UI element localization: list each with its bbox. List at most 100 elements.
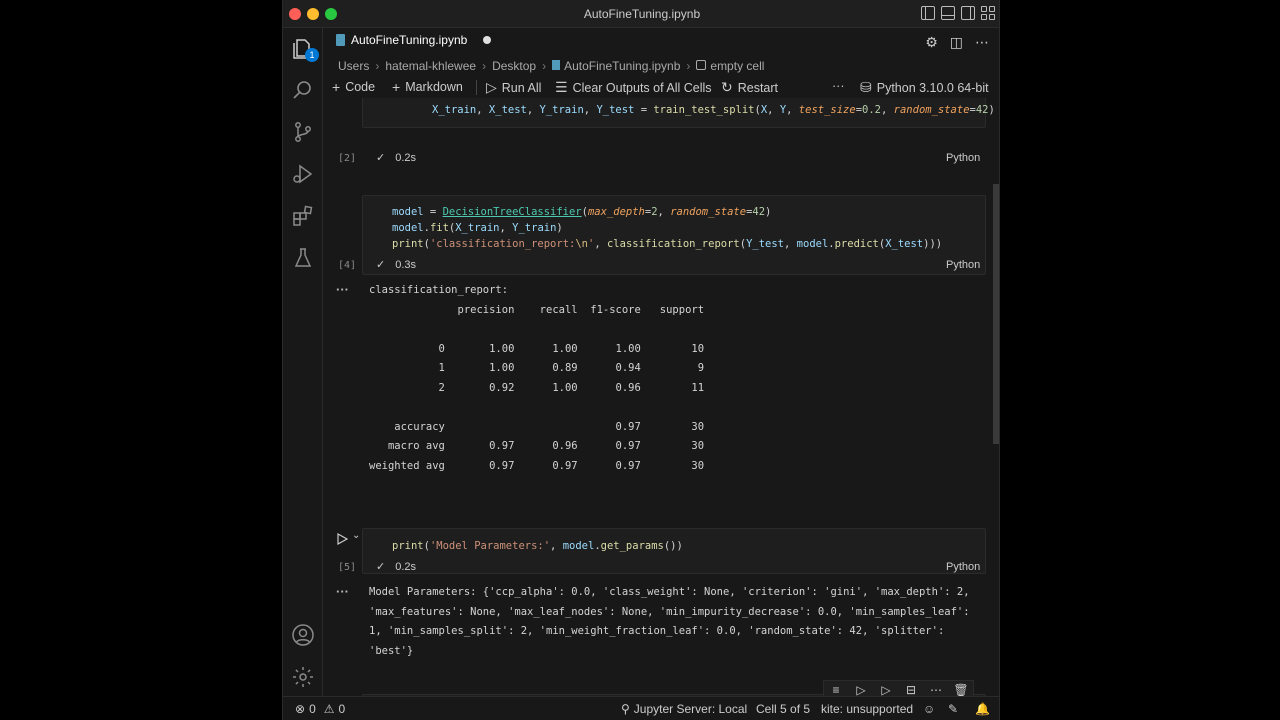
output-line: 1 1.00 0.89 0.94 9 [369,362,705,374]
chevron-right-icon: › [686,59,691,73]
source-control-icon[interactable] [291,120,315,144]
kernel-label: Python 3.10.0 64-bit [876,80,989,95]
notifications-bell-icon[interactable]: 🔔 [975,702,990,716]
warning-icon: ⚠ [323,702,335,716]
execution-count: [5] [338,562,357,573]
cell-language[interactable]: Python [946,259,980,271]
run-all-button[interactable]: ▷ Run All [486,79,541,96]
vscode-window: AutoFineTuning.ipynb 1 AutoFineTuning.ip… [282,0,1000,720]
output-line: 1, 'min_samples_split': 2, 'min_weight_f… [369,625,945,637]
vertical-scrollbar[interactable] [993,184,999,444]
jupyter-label: Jupyter Server: Local [633,702,748,716]
chevron-down-icon[interactable]: ⌄ [352,530,360,541]
notebook-toolbar: + Code + Markdown ▷ Run All ☰ Clear Outputs … [324,78,999,98]
output-line: 0 1.00 1.00 1.00 10 [369,342,705,355]
restart-kernel-button[interactable]: ↻ Restart [721,79,778,96]
editor-tab-bar: AutoFineTuning.ipynb ⚙ ◫ ⋯ [324,28,999,56]
kernel-icon: ⛁ [860,79,872,95]
cell-language[interactable]: Python [946,152,980,164]
output-line: Model Parameters: {'ccp_alpha': 0.0, 'cl… [369,586,970,598]
output-line: 'best'} [369,644,414,657]
clear-outputs-button[interactable]: ☰ Clear Outputs of All Cells [555,79,712,96]
output-line: 2 0.92 1.00 0.96 11 [369,381,705,394]
plus-icon: + [332,79,341,95]
breadcrumb-desktop[interactable]: Desktop [492,59,536,73]
output-line: precision recall f1-score support [369,303,705,316]
code-line[interactable]: X_train, X_test, Y_train, Y_test = train… [432,102,995,118]
output-more-icon[interactable]: ··· [336,282,349,297]
check-icon: ✓ [376,259,386,271]
plug-icon: ⚲ [621,702,630,716]
settings-gear-icon[interactable] [291,665,315,689]
toggle-primary-sidebar-icon[interactable] [921,6,935,20]
kite-status[interactable]: kite: unsupported [821,702,913,716]
more-cell-actions-icon[interactable]: ⋯ [928,683,944,697]
output-line: macro avg 0.97 0.96 0.97 30 [369,440,705,452]
jupyter-server-status[interactable]: ⚲ Jupyter Server: Local [621,702,747,716]
run-cell-button[interactable] [336,532,349,546]
testing-icon[interactable] [291,246,315,270]
split-cell-icon[interactable]: ⊟ [903,683,919,697]
code-line[interactable]: model = DecisionTreeClassifier(max_depth… [392,204,771,220]
exec-time: 0.2s [395,151,417,164]
breadcrumb-file[interactable]: AutoFineTuning.ipynb [552,59,680,73]
problems-indicator[interactable]: ⊗ 0 ⚠ 0 [295,702,345,716]
customize-layout-icon[interactable] [981,6,995,20]
run-all-label: Run All [501,80,542,95]
window-title: AutoFineTuning.ipynb [583,7,701,21]
execution-count: [4] [338,260,357,271]
code-line[interactable]: print('classification_report:\n', classi… [392,236,942,252]
notebook-file-icon [336,34,345,46]
run-all-icon: ▷ [486,79,497,95]
unsaved-dot-icon[interactable] [483,36,492,44]
account-icon[interactable] [291,623,315,647]
more-label: ··· [832,79,845,93]
code-line[interactable]: print('Model Parameters:', model.get_par… [392,538,683,554]
chevron-right-icon: › [542,59,547,73]
kernel-picker[interactable]: ⛁ Python 3.10.0 64-bit [860,79,989,96]
copilot-icon[interactable]: ☺ [923,702,935,716]
plus-icon: + [392,79,401,95]
run-by-line-icon[interactable]: ≡ [828,683,844,697]
output-line: weighted avg 0.97 0.97 0.97 30 [369,459,705,472]
delete-cell-icon[interactable]: 🗑 [953,683,969,697]
add-code-cell-button[interactable]: + Code [332,79,375,95]
explorer-icon[interactable]: 1 [291,36,319,62]
output-line: classification_report: [369,284,509,296]
notebook-file-icon [552,60,561,70]
breadcrumb-file-label: AutoFineTuning.ipynb [564,59,681,73]
exec-time: 0.3s [395,258,417,271]
execute-above-icon[interactable]: ▷ [853,683,869,697]
more-actions-icon[interactable]: ⋯ [975,34,989,51]
add-markdown-label: Markdown [405,80,463,94]
explorer-badge: 1 [305,48,319,62]
feedback-icon[interactable]: ✎ [948,702,958,716]
toggle-secondary-sidebar-icon[interactable] [961,6,975,20]
add-markdown-cell-button[interactable]: + Markdown [392,79,463,95]
cell-status: ✓ 0.2s [376,560,416,574]
cell-language[interactable]: Python [946,561,980,573]
cell-status: ✓ 0.2s [376,151,417,165]
code-line[interactable]: model.fit(X_train, Y_train) [392,220,563,236]
gear-icon[interactable]: ⚙ [925,34,938,51]
status-bar: ⊗ 0 ⚠ 0 ⚲ Jupyter Server: Local Cell 5 of 5… [283,696,999,720]
search-icon[interactable] [291,78,315,102]
split-editor-icon[interactable]: ◫ [950,34,963,51]
execute-below-icon[interactable]: ▷ [878,683,894,697]
restart-label: Restart [737,80,779,95]
output-more-icon[interactable]: ··· [336,584,349,599]
extensions-icon[interactable] [291,204,315,228]
cell-position[interactable]: Cell 5 of 5 [756,702,810,716]
breadcrumb-user[interactable]: hatemal-khlewee [385,59,476,73]
run-debug-icon[interactable] [291,162,315,186]
cell-icon [696,60,707,70]
more-toolbar-button[interactable]: ··· [832,79,845,93]
clear-all-icon: ☰ [555,79,568,95]
notebook-editor: X_train, X_test, Y_train, Y_test = train… [324,98,999,696]
toggle-panel-icon[interactable] [941,6,955,20]
chevron-right-icon: › [375,59,380,73]
breadcrumb-cell[interactable]: empty cell [696,59,764,73]
activity-bar: 1 [283,28,323,696]
tab-notebook[interactable]: AutoFineTuning.ipynb [336,33,492,47]
breadcrumb-users[interactable]: Users [338,59,369,73]
